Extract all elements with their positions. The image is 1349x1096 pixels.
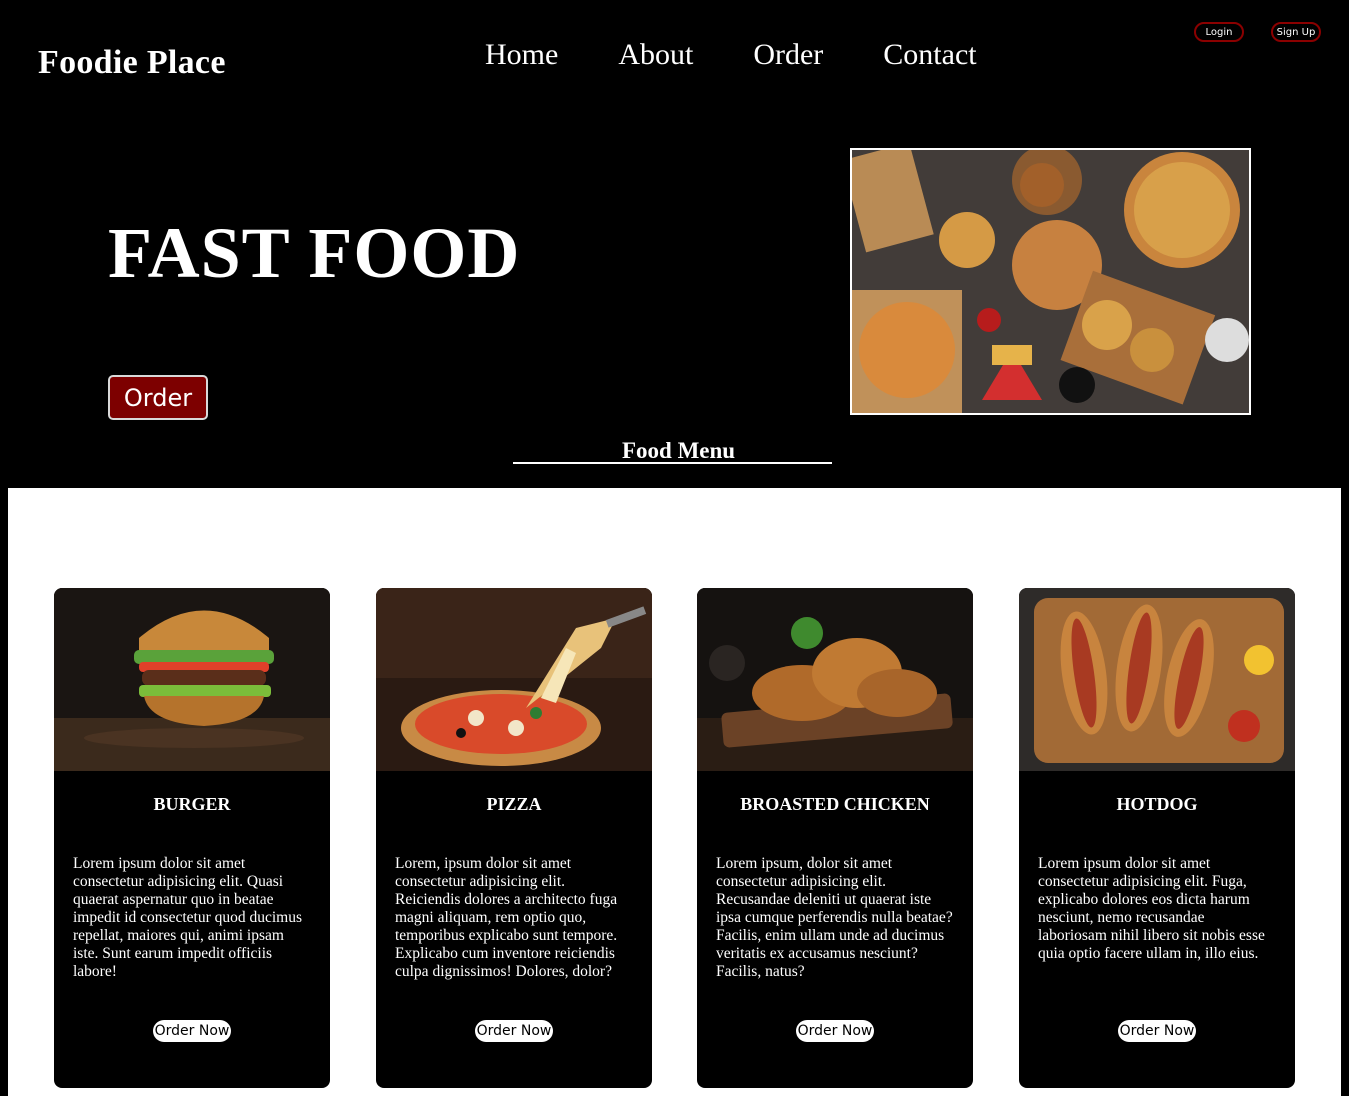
card-title: HOTDOG [1116, 794, 1198, 814]
order-now-button[interactable]: Order Now [475, 1020, 553, 1042]
order-now-button[interactable]: Order Now [796, 1020, 874, 1042]
pizza-image [376, 588, 652, 771]
food-menu-title: Food Menu [622, 438, 736, 464]
order-now-button[interactable]: Order Now [1118, 1020, 1196, 1042]
hero-title: FAST FOOD [108, 213, 521, 293]
nav-home[interactable]: Home [485, 38, 558, 72]
order-now-button[interactable]: Order Now [153, 1020, 231, 1042]
menu-card-hotdog: HOTDOG Lorem ipsum dolor sit amet consec… [1019, 588, 1295, 1088]
menu-card-broasted-chicken: BROASTED CHICKEN Lorem ipsum, dolor sit … [697, 588, 973, 1088]
card-description: Lorem, ipsum dolor sit amet consectetur … [395, 855, 618, 980]
login-button[interactable]: Login [1194, 22, 1244, 42]
burger-image [54, 588, 330, 771]
card-title: PIZZA [486, 794, 542, 814]
menu-card-burger: BURGER Lorem ipsum dolor sit amet consec… [54, 588, 330, 1088]
menu-card-pizza: PIZZA Lorem, ipsum dolor sit amet consec… [376, 588, 652, 1088]
nav-about[interactable]: About [618, 38, 693, 72]
hero-food-image [850, 148, 1251, 415]
food-menu-heading: Food Menu [513, 438, 833, 464]
card-description: Lorem ipsum dolor sit amet consectetur a… [1038, 855, 1265, 962]
heading-rule-right [735, 438, 833, 464]
broasted-chicken-image [697, 588, 973, 771]
card-title: BROASTED CHICKEN [740, 794, 930, 814]
site-logo: Foodie Place [38, 44, 226, 81]
card-description: Lorem ipsum, dolor sit amet consectetur … [716, 855, 953, 980]
nav-contact[interactable]: Contact [883, 38, 976, 72]
hero-order-button[interactable]: Order [108, 375, 208, 420]
card-title: BURGER [153, 794, 231, 814]
signup-button[interactable]: Sign Up [1271, 22, 1321, 42]
main-nav: Home About Order Contact [485, 38, 977, 72]
card-description: Lorem ipsum dolor sit amet consectetur a… [73, 855, 303, 980]
heading-rule-left [513, 438, 622, 464]
food-menu-section: BURGER Lorem ipsum dolor sit amet consec… [8, 488, 1341, 1096]
nav-order[interactable]: Order [753, 38, 823, 72]
hotdog-image [1019, 588, 1295, 771]
